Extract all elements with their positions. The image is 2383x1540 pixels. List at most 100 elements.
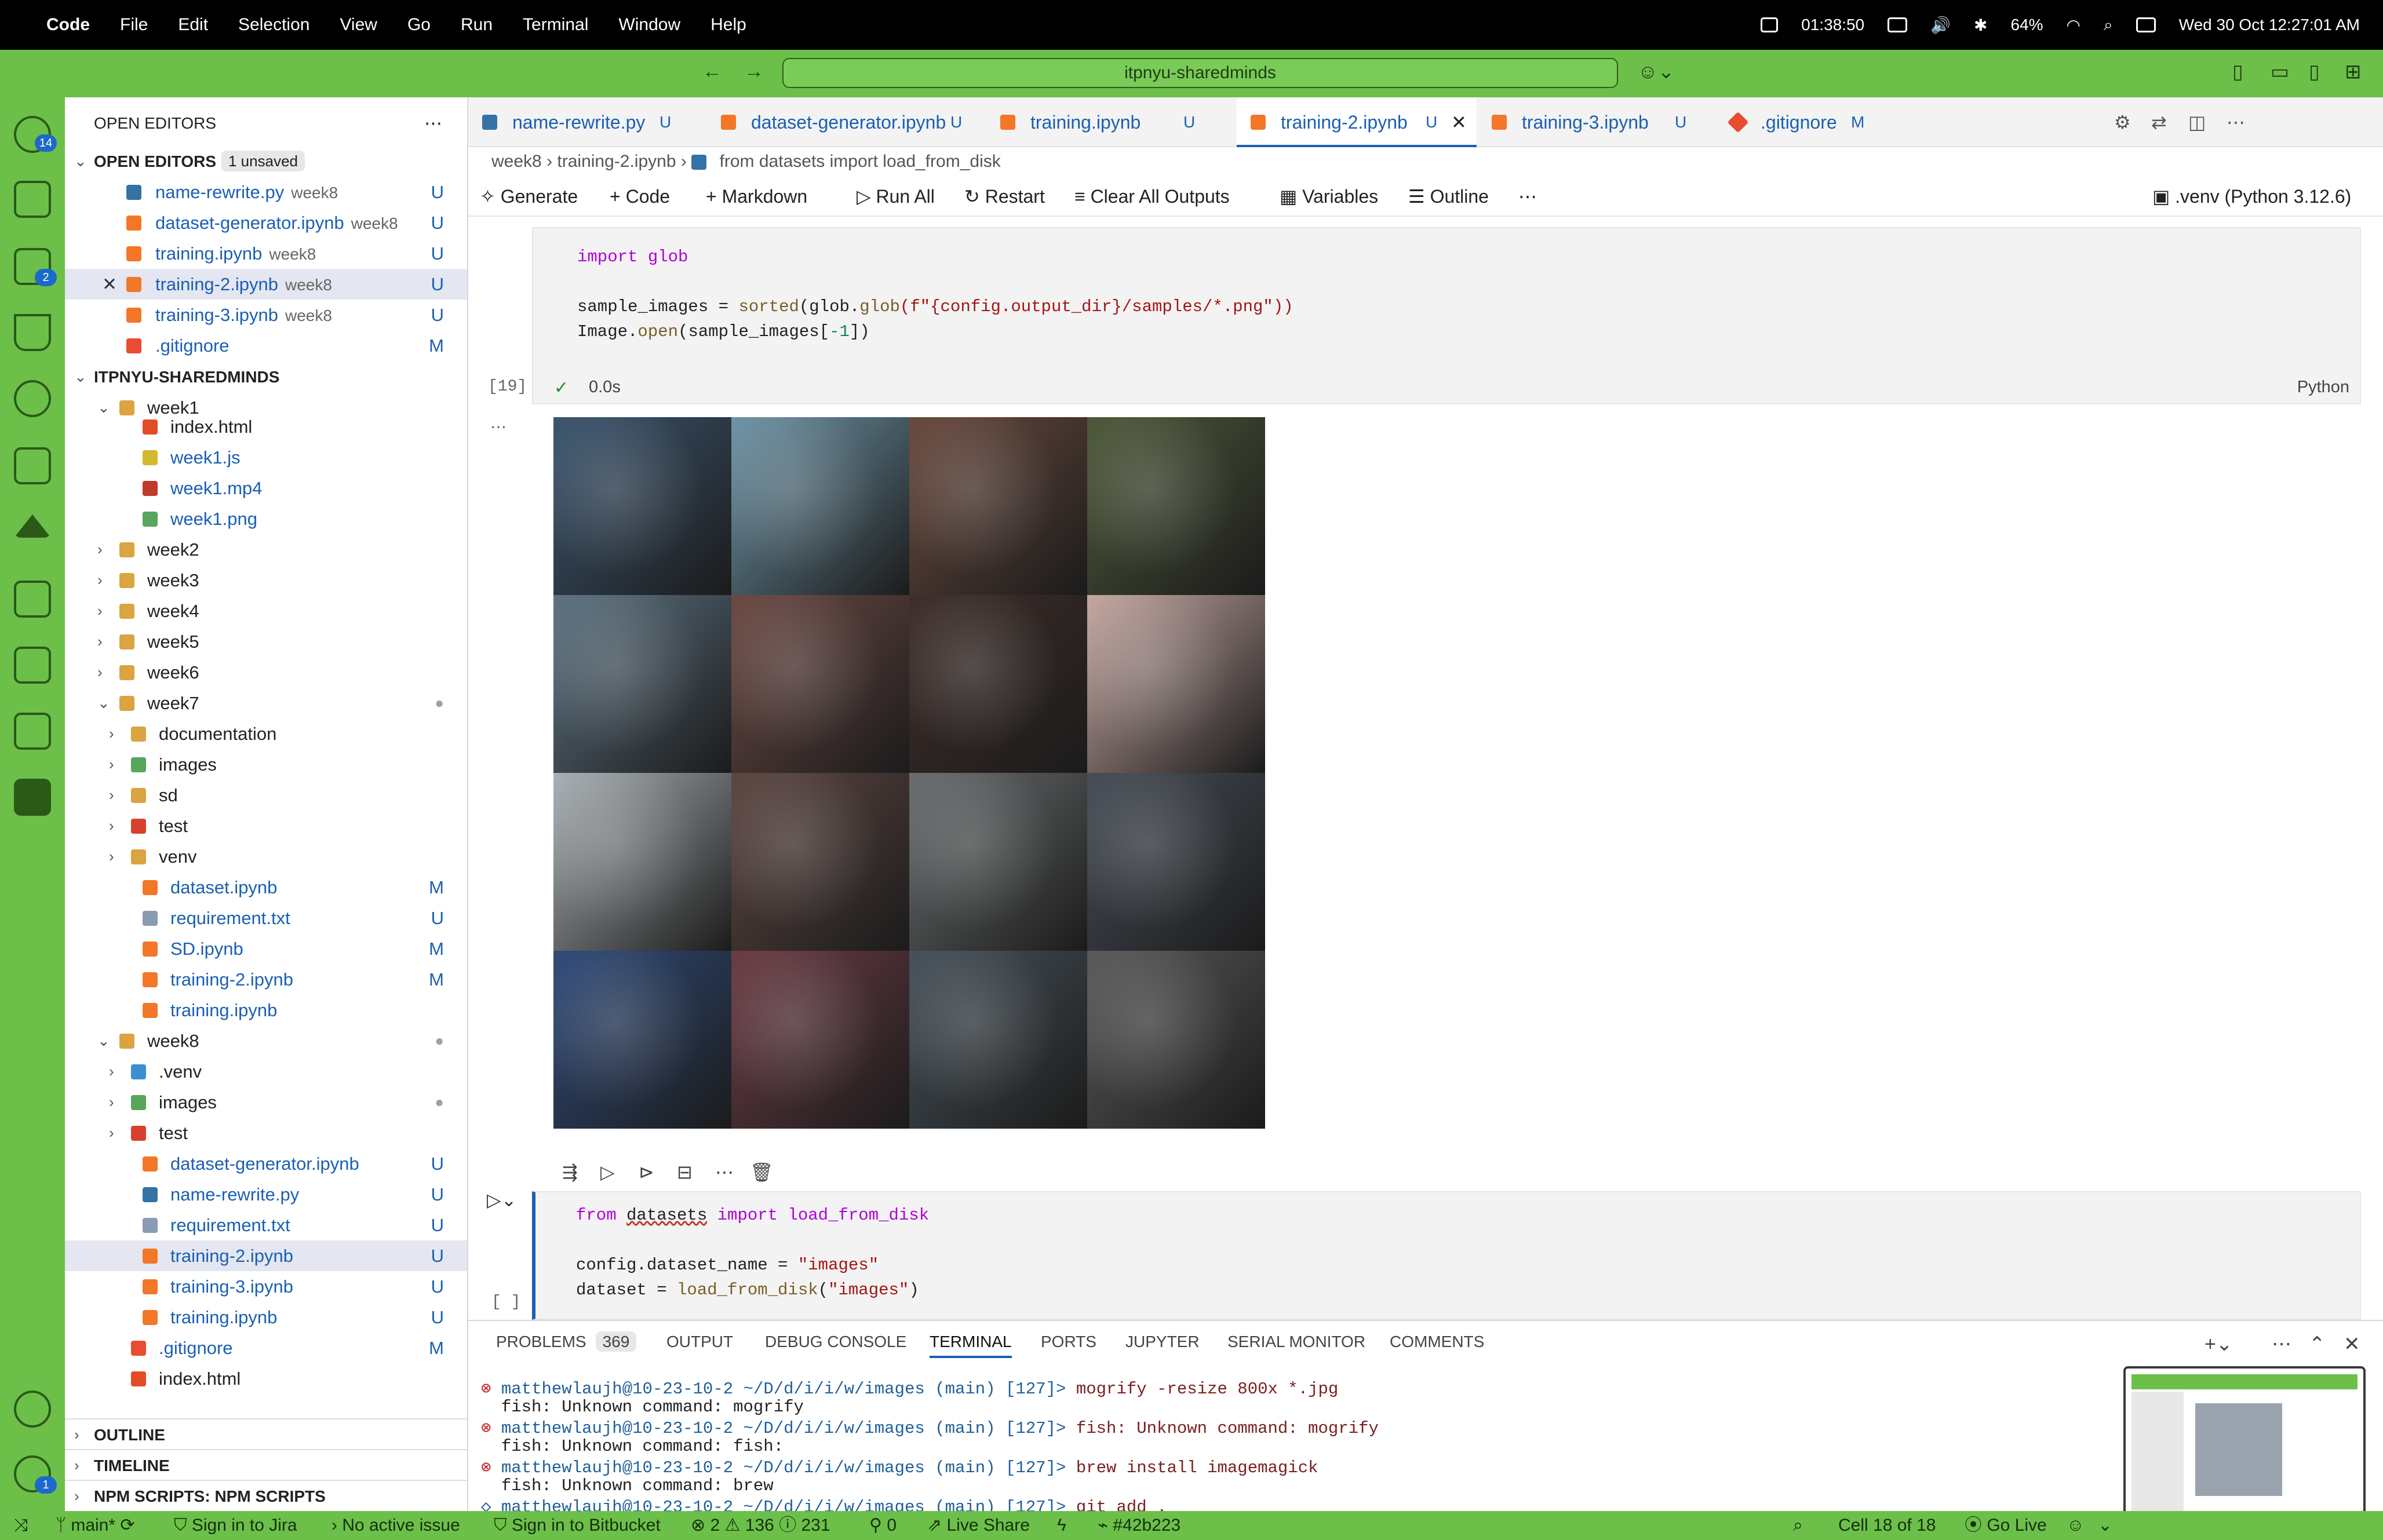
search-icon[interactable]: ⌕	[2104, 16, 2113, 35]
tab-training-3[interactable]: training-3.ipynb U	[1478, 97, 1715, 147]
more-actions-icon[interactable]: ⋯	[715, 1161, 734, 1183]
tab-debug-console[interactable]: DEBUG CONSOLE	[765, 1333, 906, 1351]
open-changes-icon[interactable]: ⇄	[2151, 97, 2167, 147]
display-icon[interactable]	[1888, 17, 1908, 32]
restart-button[interactable]: ↻ Restart	[964, 176, 1045, 217]
menu-selection[interactable]: Selection	[238, 15, 309, 35]
split-cell-icon[interactable]: ⊟	[677, 1161, 693, 1183]
tree-item[interactable]: training-2.ipynb M	[65, 964, 467, 995]
tab-problems[interactable]: PROBLEMS 369	[496, 1331, 637, 1352]
tree-item[interactable]: index.html	[65, 411, 467, 442]
remote-indicator-icon[interactable]: ⤨	[14, 1511, 28, 1540]
menu-battery[interactable]: 64%	[2010, 16, 2043, 34]
copilot-icon[interactable]: ☺⌄	[1638, 60, 1674, 83]
menu-datetime[interactable]: Wed 30 Oct 12:27:01 AM	[2179, 16, 2360, 34]
tab-training-2[interactable]: training-2.ipynb U ✕	[1237, 97, 1477, 147]
split-editor-icon[interactable]: ◫	[2188, 97, 2206, 147]
menu-app-name[interactable]: Code	[46, 15, 90, 35]
github-icon[interactable]	[14, 380, 51, 417]
tree-item[interactable]: ⌄ week8 ●	[65, 1026, 467, 1056]
menu-go[interactable]: Go	[407, 15, 431, 35]
chevron-down-icon[interactable]: ⌄	[2098, 1511, 2112, 1540]
tree-item[interactable]: week1.js	[65, 442, 467, 473]
toggle-secondary-sidebar-icon[interactable]: ▯	[2309, 60, 2320, 83]
menu-edit[interactable]: Edit	[178, 15, 208, 35]
tree-item[interactable]: index.html	[65, 1363, 467, 1394]
open-editors-header[interactable]: ⌄ OPEN EDITORS 1 unsaved	[65, 146, 467, 177]
live-share-status[interactable]: ⇗ Live Share	[927, 1511, 1030, 1540]
jira-status[interactable]: ⛉ Sign in to Jira	[174, 1511, 297, 1540]
cell-position[interactable]: Cell 18 of 18	[1838, 1511, 1936, 1540]
tree-item[interactable]: › images	[65, 749, 467, 780]
tab-serial-monitor[interactable]: SERIAL MONITOR	[1227, 1333, 1365, 1351]
problems-status[interactable]: ⊗ 2 ⚠ 136 ⓘ 231	[691, 1511, 830, 1540]
tree-item[interactable]: › week3	[65, 565, 467, 596]
zoom-icon[interactable]: ⌕	[1793, 1511, 1803, 1540]
account-icon[interactable]	[14, 1391, 51, 1428]
tree-item[interactable]: requirement.txt U	[65, 1210, 467, 1240]
add-code-button[interactable]: + Code	[610, 176, 670, 217]
go-live-button[interactable]: ⦿ Go Live	[1965, 1511, 2047, 1540]
output-more-icon[interactable]: ⋯	[490, 417, 507, 436]
run-by-line-icon[interactable]: ⇶	[562, 1161, 578, 1183]
tree-item[interactable]: training.ipynb U	[65, 1302, 467, 1333]
tab-jupyter[interactable]: JUPYTER	[1125, 1333, 1200, 1351]
tree-item[interactable]: training-2.ipynb U	[65, 1240, 467, 1271]
copilot-status-icon[interactable]: ☺	[2067, 1511, 2085, 1540]
lightning-icon[interactable]: ϟ	[1057, 1511, 1066, 1540]
open-editor-item[interactable]: .gitignore M	[65, 330, 467, 361]
clear-outputs-button[interactable]: ≡ Clear All Outputs	[1074, 176, 1230, 217]
tree-item[interactable]: ⌄ week7 ●	[65, 688, 467, 718]
forward-arrow-icon[interactable]: →	[744, 60, 764, 83]
menu-window[interactable]: Window	[618, 15, 680, 35]
serial-monitor-icon[interactable]	[14, 713, 51, 750]
close-icon[interactable]: ✕	[102, 269, 117, 300]
timeline-section[interactable]: › TIMELINE	[65, 1449, 467, 1480]
more-actions-icon[interactable]: ⋯	[1518, 176, 1537, 217]
tree-item[interactable]: training-3.ipynb U	[65, 1271, 467, 1302]
tree-item[interactable]: name-rewrite.py U	[65, 1179, 467, 1210]
back-arrow-icon[interactable]: ←	[702, 60, 722, 83]
more-actions-icon[interactable]: ⋯	[2272, 1333, 2291, 1356]
generate-button[interactable]: ✧ Generate	[480, 176, 578, 217]
wifi-icon[interactable]: ◠	[2067, 16, 2080, 35]
tree-item[interactable]: › week5	[65, 626, 467, 657]
jupyter-notebook-icon[interactable]	[14, 779, 51, 816]
tree-item[interactable]: › week2	[65, 534, 467, 565]
menu-file[interactable]: File	[120, 15, 148, 35]
tree-item[interactable]: › .venv	[65, 1056, 467, 1087]
tree-item[interactable]: week1.png	[65, 503, 467, 534]
tree-item[interactable]: › images ●	[65, 1087, 467, 1118]
tab-dataset-generator[interactable]: dataset-generator.ipynb U	[707, 97, 985, 147]
volume-icon[interactable]: 🔊	[1930, 16, 1951, 35]
command-center-search[interactable]: itpnyu-sharedminds	[782, 58, 1618, 88]
menu-terminal[interactable]: Terminal	[523, 15, 588, 35]
menu-timer[interactable]: 01:38:50	[1801, 16, 1864, 34]
close-tab-icon[interactable]: ✕	[1451, 97, 1467, 147]
tab-ports[interactable]: PORTS	[1041, 1333, 1096, 1351]
tree-item[interactable]: › week4	[65, 596, 467, 626]
run-all-button[interactable]: ▷ Run All	[857, 176, 935, 217]
npm-scripts-section[interactable]: › NPM SCRIPTS: NPM SCRIPTS	[65, 1480, 467, 1510]
ports-status[interactable]: ⚲ 0	[869, 1511, 897, 1540]
tree-item[interactable]: requirement.txt U	[65, 903, 467, 933]
tab-gitignore[interactable]: .gitignore M	[1717, 97, 1890, 147]
remote-explorer-icon[interactable]	[14, 447, 51, 484]
timer-icon[interactable]	[1761, 17, 1779, 32]
maximize-panel-icon[interactable]: ⌃	[2309, 1333, 2326, 1356]
cell-source[interactable]: from datasets import load_from_disk conf…	[576, 1203, 929, 1302]
cell-language[interactable]: Python	[2297, 378, 2349, 397]
issue-status[interactable]: › No active issue	[331, 1511, 460, 1540]
toggle-sidebar-icon[interactable]: ▯	[2232, 60, 2243, 83]
tab-terminal[interactable]: TERMINAL	[930, 1333, 1012, 1358]
outline-section[interactable]: › OUTLINE	[65, 1418, 467, 1449]
breadcrumb-file[interactable]: training-2.ipynb	[557, 152, 676, 171]
tab-training[interactable]: training.ipynb U	[986, 97, 1218, 147]
run-debug-icon[interactable]	[14, 181, 51, 218]
tree-item[interactable]: › venv	[65, 841, 467, 872]
tree-item[interactable]: › week6	[65, 657, 467, 688]
tree-item[interactable]: › test	[65, 1118, 467, 1148]
more-actions-icon[interactable]: ⋯	[2227, 97, 2245, 147]
toggle-panel-icon[interactable]: ▭	[2271, 60, 2289, 83]
code-cell-new[interactable]: from datasets import load_from_disk conf…	[532, 1191, 2361, 1320]
